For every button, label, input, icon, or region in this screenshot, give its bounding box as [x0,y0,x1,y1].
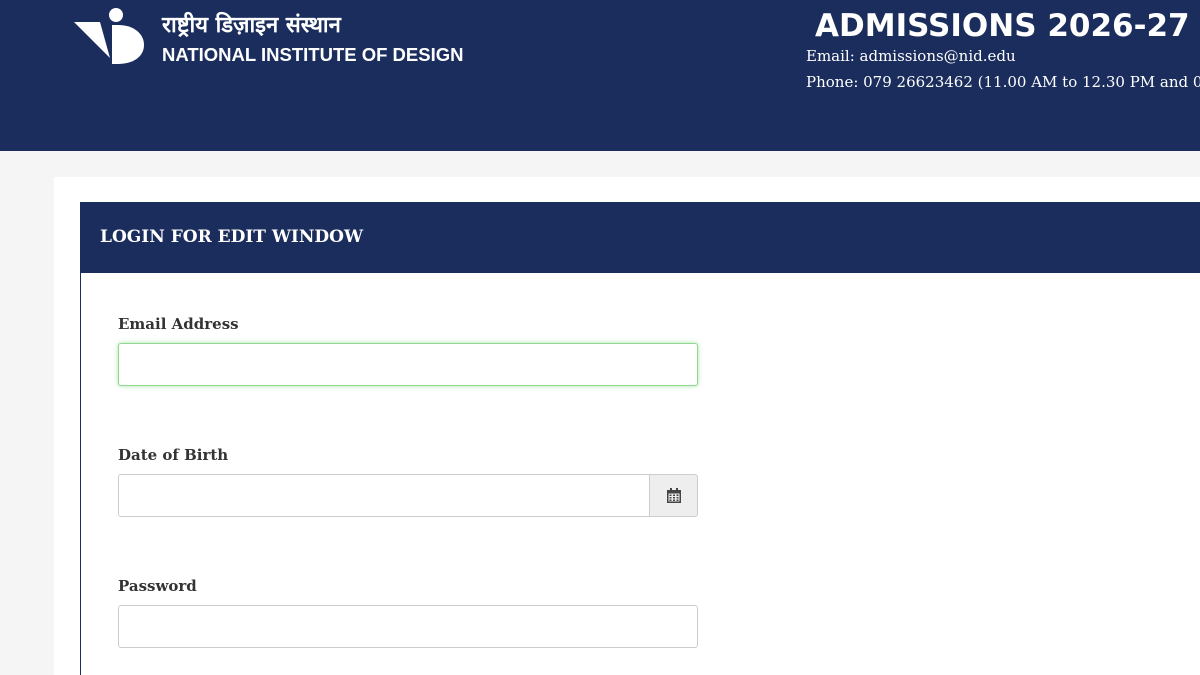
email-label: Email Address [118,315,239,333]
logo-english-text: NATIONAL INSTITUTE OF DESIGN [162,44,464,65]
panel-title: LOGIN FOR EDIT WINDOW [100,227,364,247]
nid-logo-icon [74,8,144,64]
email-input[interactable] [118,343,698,386]
calendar-icon [667,488,681,503]
login-panel-header: LOGIN FOR EDIT WINDOW [80,202,1200,273]
logo-hindi-text: राष्ट्रीय डिज़ाइन संस्थान [162,13,341,38]
dob-label: Date of Birth [118,446,229,464]
dob-input[interactable] [118,474,650,517]
contact-phone: Phone: 079 26623462 (11.00 AM to 12.30 P… [806,73,1200,91]
contact-email: Email: admissions@nid.edu [806,47,1016,65]
admissions-title: ADMISSIONS 2026-27 [815,8,1190,44]
calendar-button[interactable] [649,474,698,517]
password-label: Password [118,577,197,595]
password-input[interactable] [118,605,698,648]
site-header: राष्ट्रीय डिज़ाइन संस्थान NATIONAL INSTI… [0,0,1200,151]
